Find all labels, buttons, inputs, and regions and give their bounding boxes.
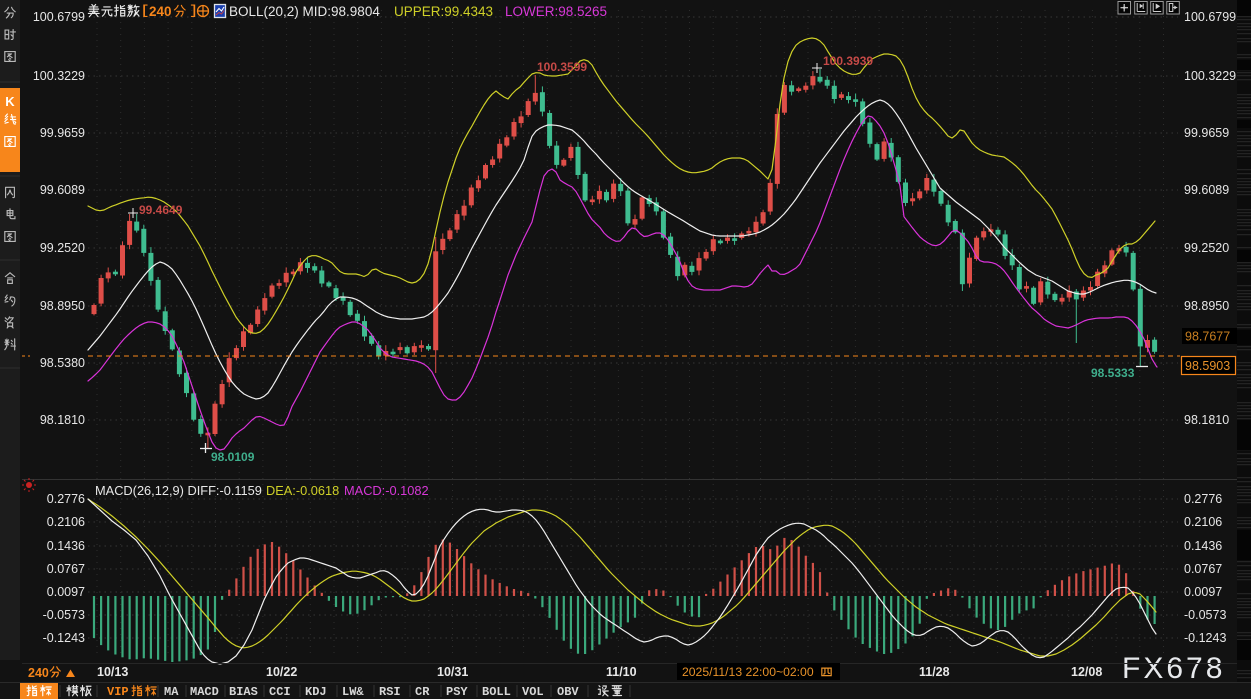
- svg-text:MACD(26,12,9) DIFF:-0.1159: MACD(26,12,9) DIFF:-0.1159: [95, 483, 262, 498]
- svg-text:-0.1243: -0.1243: [43, 631, 85, 645]
- svg-text:BOLL: BOLL: [482, 685, 511, 699]
- svg-text:98.1810: 98.1810: [1184, 413, 1229, 427]
- svg-text:98.1810: 98.1810: [40, 413, 85, 427]
- svg-text:98.7677: 98.7677: [1185, 330, 1230, 344]
- svg-text:10/13: 10/13: [97, 665, 128, 679]
- svg-text:100.3229: 100.3229: [1184, 69, 1236, 83]
- svg-text:UPPER:99.4343: UPPER:99.4343: [394, 4, 493, 19]
- svg-text:MACD: MACD: [190, 685, 219, 699]
- svg-text:RSI: RSI: [379, 685, 401, 699]
- svg-text:0.0767: 0.0767: [47, 562, 85, 576]
- svg-text:PSY: PSY: [446, 685, 468, 699]
- svg-text:10/22: 10/22: [266, 665, 297, 679]
- svg-text:0.2106: 0.2106: [47, 515, 85, 529]
- svg-text:VOL: VOL: [522, 685, 544, 699]
- svg-text:98.5380: 98.5380: [40, 356, 85, 370]
- svg-text:11/28: 11/28: [919, 665, 950, 679]
- svg-text:100.6799: 100.6799: [1184, 10, 1236, 24]
- svg-text:99.6089: 99.6089: [1184, 183, 1229, 197]
- svg-text:-0.0573: -0.0573: [1184, 608, 1226, 622]
- svg-text:BIAS: BIAS: [229, 685, 258, 699]
- svg-text:98.5903: 98.5903: [1185, 359, 1230, 373]
- svg-text:10/31: 10/31: [437, 665, 468, 679]
- svg-text:KDJ: KDJ: [305, 685, 327, 699]
- svg-text:98.0109: 98.0109: [211, 450, 255, 464]
- svg-text:VIP: VIP: [107, 685, 129, 699]
- svg-text:0.1436: 0.1436: [47, 539, 85, 553]
- svg-text:99.2520: 99.2520: [40, 241, 85, 255]
- svg-text:0.2106: 0.2106: [1184, 515, 1222, 529]
- svg-text:98.8950: 98.8950: [1184, 299, 1229, 313]
- svg-text:CCI: CCI: [269, 685, 291, 699]
- svg-text:98.8950: 98.8950: [40, 299, 85, 313]
- svg-text:0.0097: 0.0097: [47, 585, 85, 599]
- svg-text:100.3229: 100.3229: [33, 69, 85, 83]
- svg-text:99.2520: 99.2520: [1184, 241, 1229, 255]
- svg-text:100.6799: 100.6799: [33, 10, 85, 24]
- svg-text:LOWER:98.5265: LOWER:98.5265: [505, 4, 607, 19]
- svg-text:0.2776: 0.2776: [47, 492, 85, 506]
- svg-text:0.1436: 0.1436: [1184, 539, 1222, 553]
- svg-text:240: 240: [149, 4, 172, 19]
- svg-text:11/10: 11/10: [606, 665, 637, 679]
- svg-text:DEA:-0.0618: DEA:-0.0618: [266, 483, 339, 498]
- svg-text:2025/11/13 22:00~02:00: 2025/11/13 22:00~02:00: [682, 665, 814, 679]
- svg-text:CR: CR: [415, 685, 430, 699]
- svg-text:99.9659: 99.9659: [1184, 126, 1229, 140]
- svg-text:K: K: [5, 94, 15, 109]
- svg-text:-0.0573: -0.0573: [43, 608, 85, 622]
- svg-text:100.3939: 100.3939: [823, 54, 873, 68]
- svg-text:240: 240: [28, 666, 49, 680]
- svg-text:-0.1243: -0.1243: [1184, 631, 1226, 645]
- svg-text:99.4649: 99.4649: [139, 203, 183, 217]
- svg-text:BOLL(20,2) MID:98.9804: BOLL(20,2) MID:98.9804: [229, 4, 380, 19]
- svg-text:0.0097: 0.0097: [1184, 585, 1222, 599]
- svg-text:99.9659: 99.9659: [40, 126, 85, 140]
- svg-text:FX678: FX678: [1122, 652, 1225, 685]
- svg-text:98.5333: 98.5333: [1091, 366, 1135, 380]
- svg-text:12/08: 12/08: [1071, 665, 1102, 679]
- svg-text:0.2776: 0.2776: [1184, 492, 1222, 506]
- svg-text:OBV: OBV: [557, 685, 579, 699]
- svg-text:100.3599: 100.3599: [537, 60, 587, 74]
- svg-text:99.6089: 99.6089: [40, 183, 85, 197]
- svg-text:LW&: LW&: [342, 685, 364, 699]
- svg-text:0.0767: 0.0767: [1184, 562, 1222, 576]
- svg-text:MACD:-0.1082: MACD:-0.1082: [344, 483, 429, 498]
- svg-text:MA: MA: [164, 685, 179, 699]
